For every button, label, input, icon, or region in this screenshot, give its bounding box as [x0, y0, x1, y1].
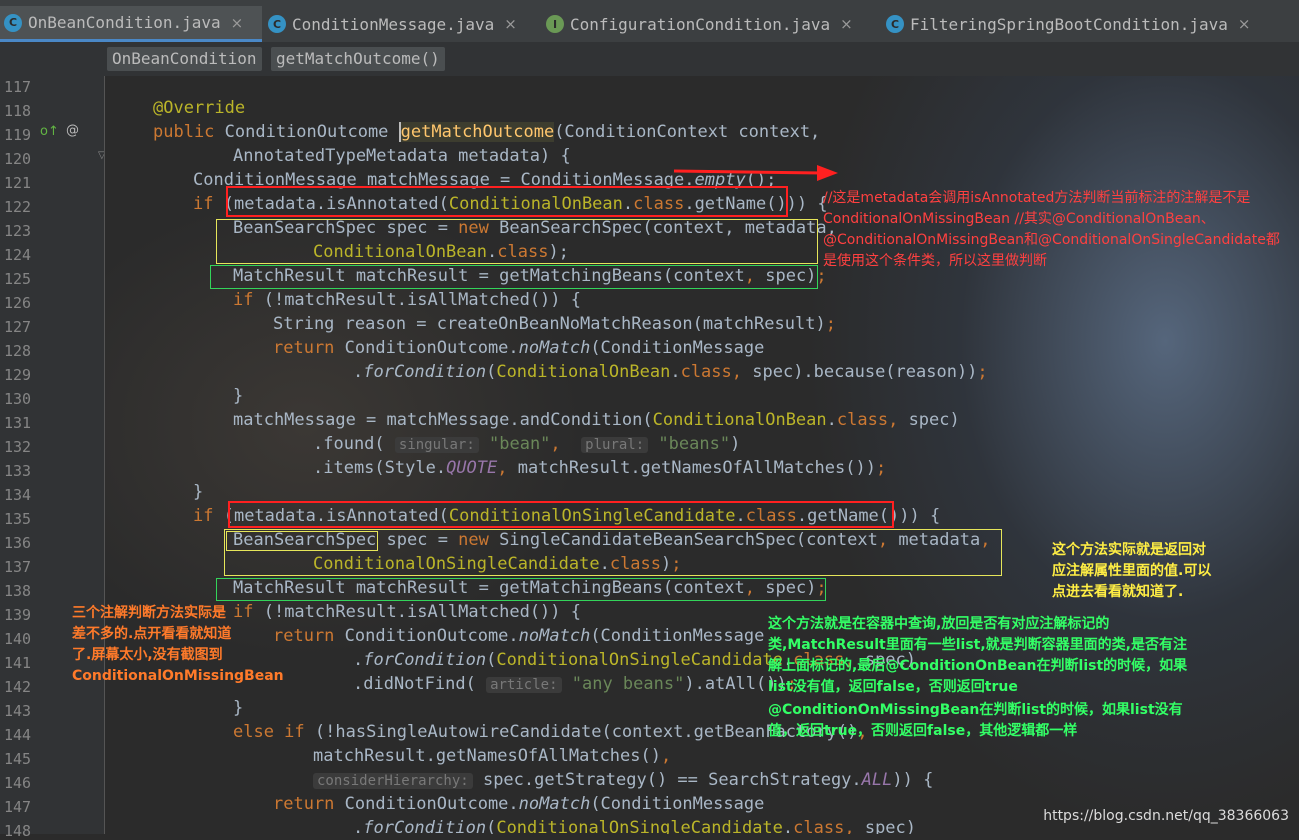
code-line-131: matchMessage = matchMessage.andCondition…: [233, 410, 960, 430]
line-number: 121: [4, 174, 32, 192]
line-number: 126: [4, 294, 32, 312]
code-line-142: .didNotFind( article: "any beans").atAll…: [353, 674, 797, 694]
line-number: 139: [4, 606, 32, 624]
code-line-139: if (!matchResult.isAllMatched()) {: [233, 602, 581, 622]
code-line-140: return ConditionOutcome.noMatch(Conditio…: [273, 626, 765, 646]
code-line-123: BeanSearchSpec spec = new BeanSearchSpec…: [233, 218, 837, 238]
line-number: 119: [4, 126, 32, 144]
code-line-128: return ConditionOutcome.noMatch(Conditio…: [273, 338, 765, 358]
line-number: 117: [4, 78, 32, 96]
line-number: 142: [4, 678, 32, 696]
code-line-126: if (!matchResult.isAllMatched()) {: [233, 290, 581, 310]
tab-label: OnBeanCondition.java: [28, 13, 221, 32]
line-number: 145: [4, 750, 32, 768]
class-icon: C: [886, 15, 904, 33]
code-line-143: }: [233, 698, 244, 718]
line-number: 123: [4, 222, 32, 240]
line-number: 144: [4, 726, 32, 744]
line-number: 136: [4, 534, 32, 552]
tab-conditionmessage[interactable]: C ConditionMessage.java ×: [268, 6, 536, 42]
line-number: 146: [4, 774, 32, 792]
watermark: https://blog.csdn.net/qq_38366063: [1043, 808, 1289, 824]
line-number: 133: [4, 462, 32, 480]
annotation-green-note-1: 这个方法就是在容器中查询,放回是否有对应注解标记的类,MatchResult里面…: [768, 616, 1188, 695]
line-number: 134: [4, 486, 32, 504]
editor-tab-bar: C OnBeanCondition.java × C ConditionMess…: [0, 6, 1299, 42]
code-line-137: ConditionalOnSingleCandidate.class);: [313, 554, 682, 574]
line-number: 132: [4, 438, 32, 456]
code-line-120: AnnotatedTypeMetadata metadata) {: [233, 146, 571, 166]
annotation-red-note: //这是metadata会调用isAnnotated方法判断当前标注的注解是不是…: [823, 190, 1280, 269]
tab-label: ConditionMessage.java: [292, 14, 495, 34]
line-number: 129: [4, 366, 32, 384]
code-line-147: return ConditionOutcome.noMatch(Conditio…: [273, 794, 765, 814]
tab-label: ConfigurationCondition.java: [570, 14, 831, 34]
line-number: 138: [4, 582, 32, 600]
annotation-green-note-2: @ConditionOnMissingBean在判断list的时候，如果list…: [768, 702, 1183, 739]
tab-onbeancondition[interactable]: C OnBeanCondition.java ×: [0, 6, 262, 42]
class-icon: C: [4, 13, 22, 32]
line-number: 120: [4, 150, 32, 168]
annotation-orange-note: 三个注解判断方法实际是差不多的.点开看看就知道了.屏幕太小,没有截图到Condi…: [72, 605, 284, 684]
line-number-gutter: 117 118 119 120 121 122 123 124 125 126 127 128 129 1…: [0, 76, 106, 840]
class-icon: C: [268, 15, 286, 33]
breadcrumb-method[interactable]: getMatchOutcome(): [271, 47, 445, 71]
breadcrumb-class[interactable]: OnBeanCondition: [107, 47, 262, 71]
close-icon[interactable]: ×: [1238, 15, 1251, 33]
code-line-135: if (metadata.isAnnotated(ConditionalOnSi…: [193, 506, 941, 526]
code-line-136: BeanSearchSpec spec = new SingleCandidat…: [233, 530, 991, 550]
breadcrumb: OnBeanCondition getMatchOutcome(): [0, 42, 1299, 77]
line-number: 124: [4, 246, 32, 264]
code-line-129: .forCondition(ConditionalOnBean.class, s…: [353, 362, 988, 382]
code-line-130: }: [233, 386, 244, 406]
code-line-118: @Override: [153, 98, 246, 118]
line-number: 143: [4, 702, 32, 720]
line-number: 128: [4, 342, 32, 360]
line-number: 130: [4, 390, 32, 408]
line-number: 141: [4, 654, 32, 672]
close-icon[interactable]: ×: [231, 14, 244, 32]
close-icon[interactable]: ×: [840, 15, 853, 33]
code-line-127: String reason = createOnBeanNoMatchReaso…: [273, 314, 836, 334]
code-line-138: MatchResult matchResult = getMatchingBea…: [233, 578, 827, 598]
line-number: 148: [4, 822, 32, 840]
at-icon: @: [66, 123, 79, 138]
tab-label: FilteringSpringBootCondition.java: [910, 14, 1228, 34]
interface-icon: I: [546, 15, 564, 33]
line-number: 125: [4, 270, 32, 288]
line-number: 127: [4, 318, 32, 336]
code-line-132: .found( singular: "bean", plural: "beans…: [313, 434, 741, 454]
override-icon[interactable]: o↑: [40, 124, 59, 139]
code-line-145: matchResult.getNamesOfAllMatches(),: [313, 746, 672, 766]
red-arrow-icon: [673, 165, 838, 181]
tab-filteringspringbootcondition[interactable]: C FilteringSpringBootCondition.java ×: [886, 6, 1286, 42]
close-icon[interactable]: ×: [504, 15, 517, 33]
code-line-122: if (metadata.isAnnotated(ConditionalOnBe…: [193, 194, 828, 214]
code-line-124: ConditionalOnBean.class);: [313, 242, 569, 262]
line-number: 118: [4, 102, 32, 120]
code-line-119: public ConditionOutcome getMatchOutcome(…: [153, 122, 821, 142]
line-number: 147: [4, 798, 32, 816]
code-line-125: MatchResult matchResult = getMatchingBea…: [233, 266, 827, 286]
code-line-148: .forCondition(ConditionalOnSingleCandida…: [353, 818, 917, 834]
line-number: 131: [4, 414, 32, 432]
line-number: 137: [4, 558, 32, 576]
line-number: 122: [4, 198, 32, 216]
code-line-134: }: [193, 482, 204, 502]
code-line-146: considerHierarchy: spec.getStrategy() ==…: [313, 768, 933, 792]
tab-configurationcondition[interactable]: I ConfigurationCondition.java ×: [546, 6, 876, 42]
annotation-yellow-note: 这个方法实际就是返回对应注解属性里面的值.可以点进去看看就知道了.: [1052, 542, 1212, 600]
line-number: 140: [4, 630, 32, 648]
line-number: 135: [4, 510, 32, 528]
code-line-133: .items(Style.QUOTE, matchResult.getNames…: [313, 458, 887, 478]
